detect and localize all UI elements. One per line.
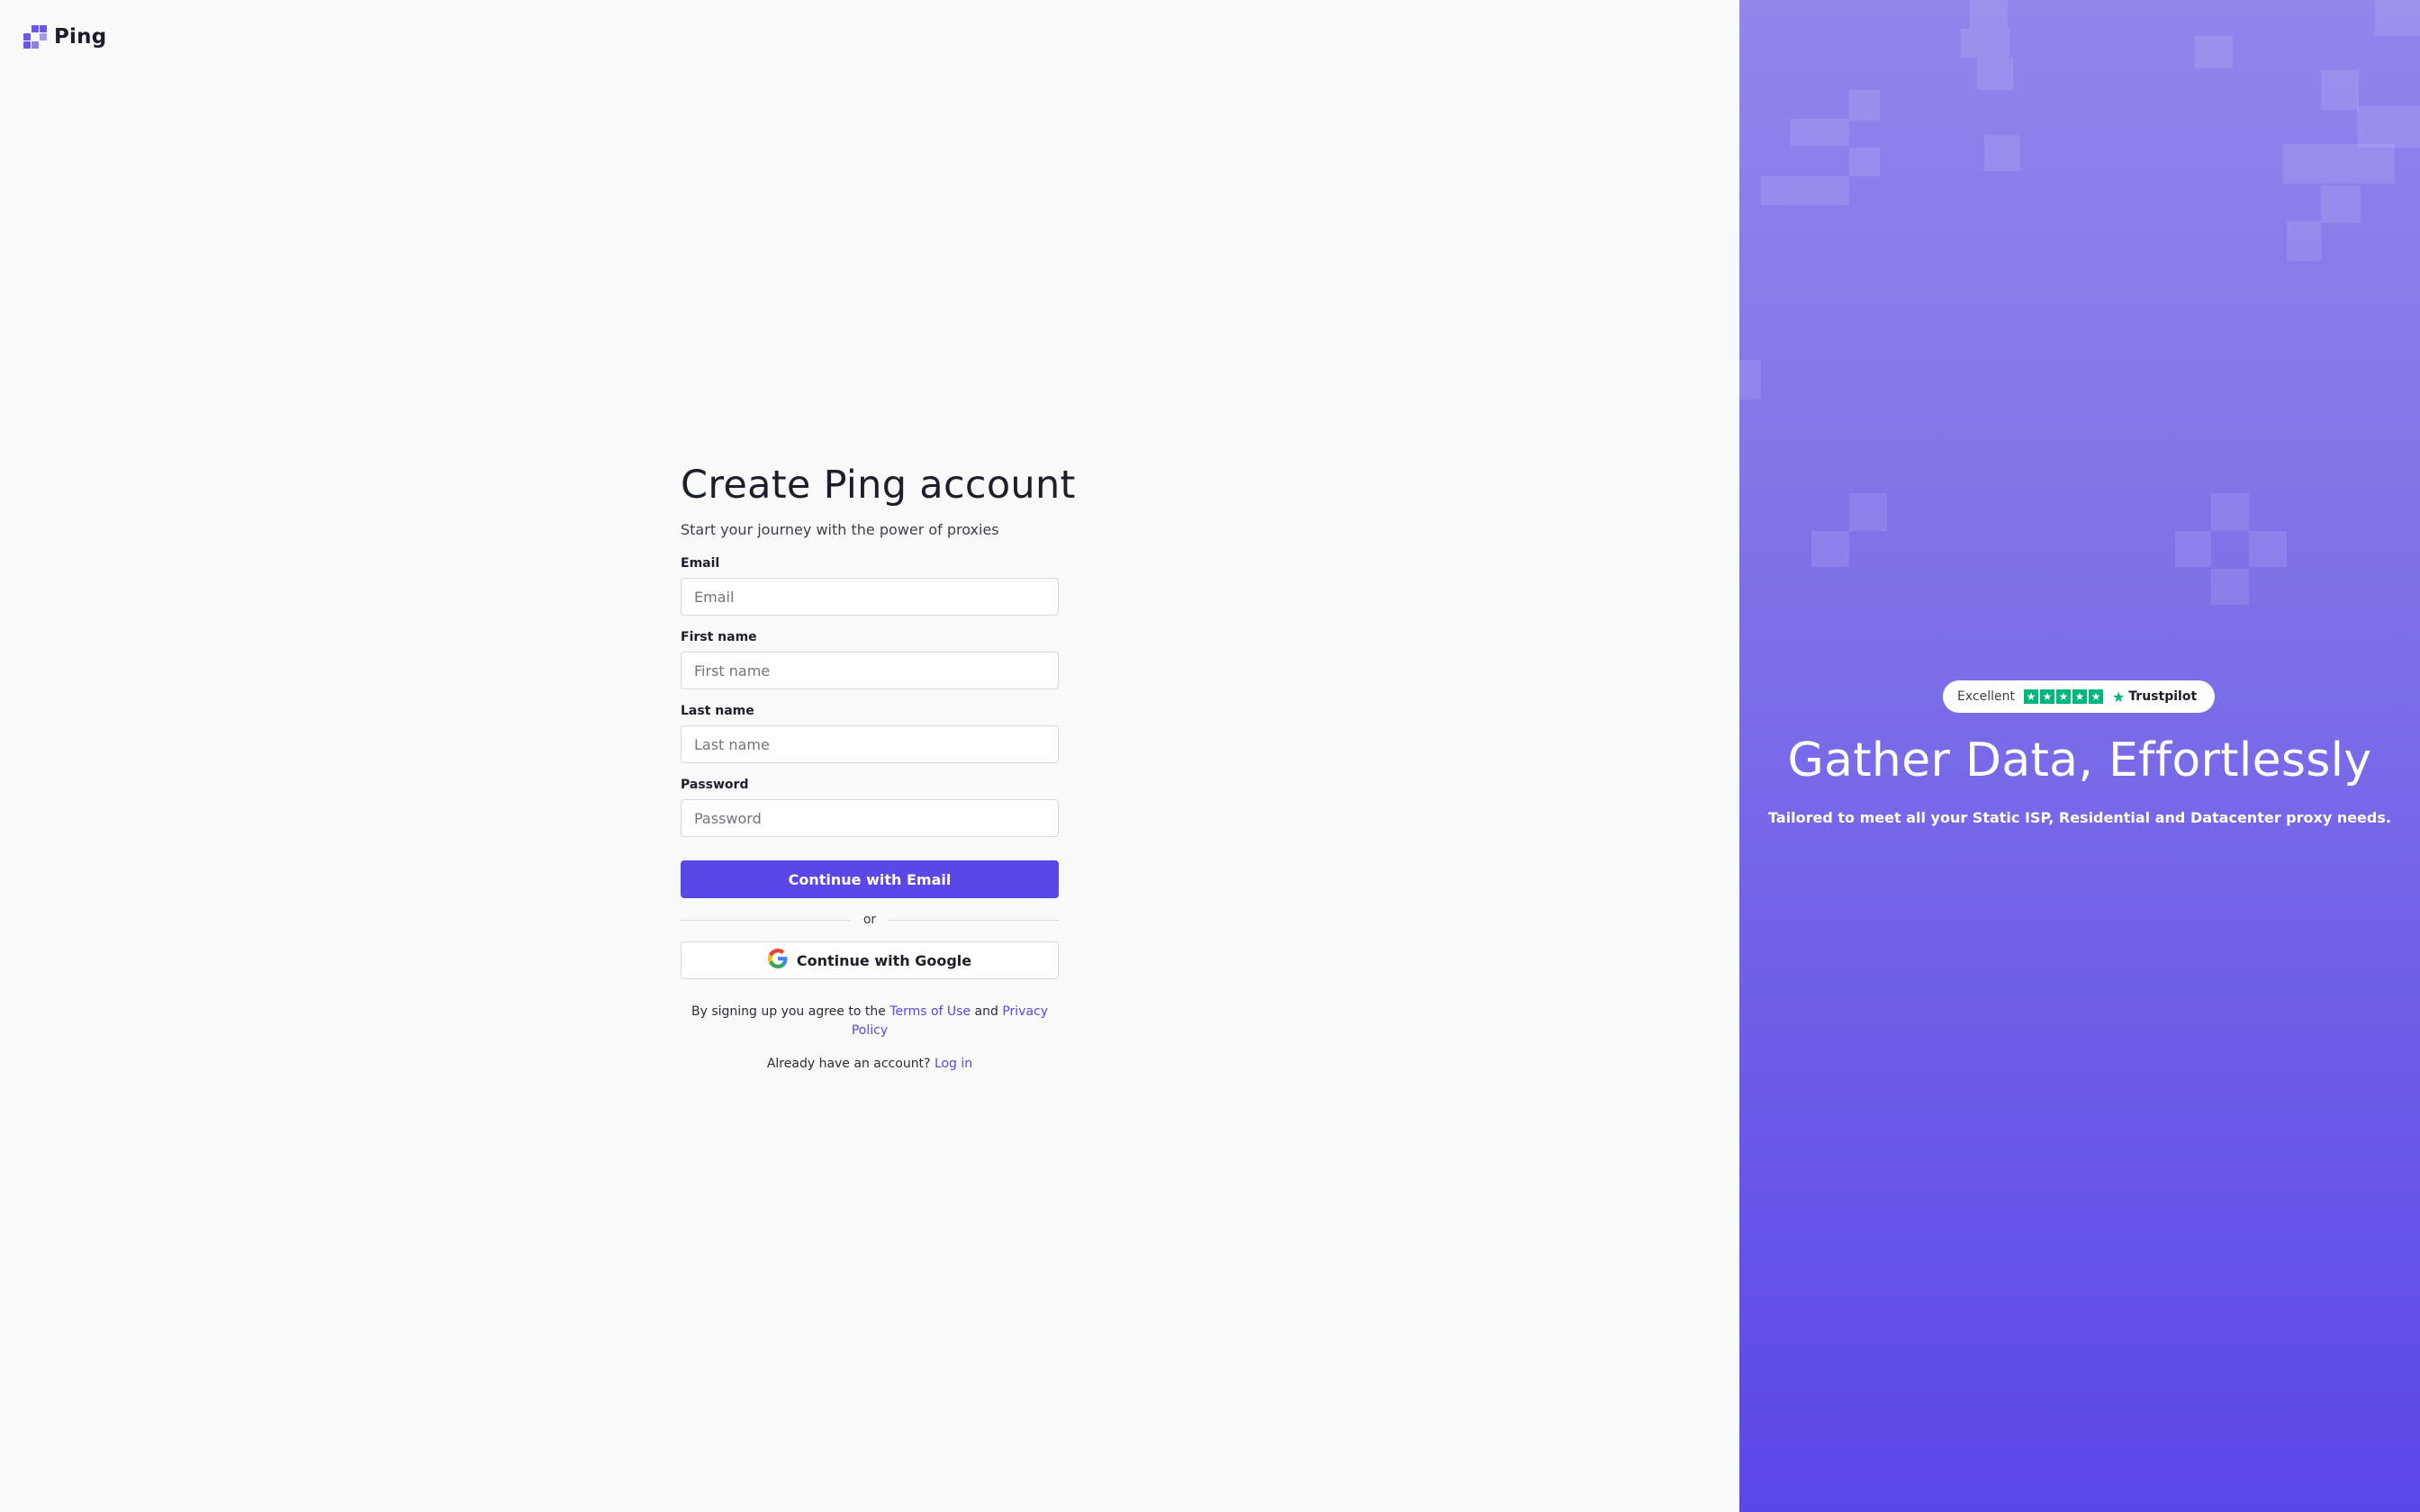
pixel-decoration — [1970, 0, 2008, 29]
first-name-label: First name — [681, 630, 757, 644]
star-icon: ★ — [2055, 689, 2071, 704]
page-subtitle: Start your journey with the power of pro… — [681, 521, 999, 538]
email-field-group: Email — [681, 554, 1059, 616]
terms-notice: By signing up you agree to the Terms of … — [681, 1003, 1059, 1040]
trustpilot-rating-badge: Excellent ★ ★ ★ ★ ★ ★ Trustpilot — [1943, 680, 2215, 713]
pixel-decoration — [1811, 531, 1849, 567]
pixel-decoration — [2249, 531, 2287, 567]
divider-line-right — [889, 919, 1060, 921]
pixel-decoration — [1739, 360, 1761, 400]
trustpilot-star-icon: ★ — [2111, 688, 2126, 706]
rating-stars: ★ ★ ★ ★ ★ — [2023, 689, 2103, 704]
google-button-label: Continue with Google — [796, 951, 972, 969]
ping-logo-icon — [23, 25, 47, 49]
first-name-input[interactable] — [681, 652, 1059, 689]
pixel-decoration — [1984, 135, 2020, 171]
promo-headline: Gather Data, Effortlessly — [1787, 734, 2372, 788]
divider-line-left — [681, 919, 851, 921]
pixel-decoration — [2211, 493, 2249, 531]
pixel-decoration — [2175, 531, 2211, 567]
email-label: Email — [681, 556, 720, 571]
signup-form: Create Ping account Start your journey w… — [681, 455, 1076, 1073]
first-name-field-group: First name — [681, 628, 1059, 689]
pixel-decoration — [2211, 569, 2249, 605]
pixel-decoration — [1790, 119, 1849, 146]
trustpilot-logo: ★ Trustpilot — [2112, 688, 2197, 706]
rating-label: Excellent — [1957, 689, 2015, 704]
password-field-group: Password — [681, 776, 1059, 837]
continue-with-email-button[interactable]: Continue with Email — [681, 860, 1059, 898]
pixel-decoration — [2321, 70, 2359, 110]
pixel-decoration — [2321, 185, 2361, 223]
pixel-decoration — [1761, 176, 1849, 205]
star-icon: ★ — [2088, 689, 2103, 704]
divider-text: or — [862, 913, 877, 927]
last-name-field-group: Last name — [681, 702, 1059, 763]
last-name-input[interactable] — [681, 725, 1059, 763]
password-input[interactable] — [681, 799, 1059, 837]
terms-prefix: By signing up you agree to the — [691, 1004, 886, 1019]
terms-and: and — [974, 1004, 998, 1019]
pixel-decoration — [1849, 90, 1880, 121]
pixel-decoration — [1849, 493, 1887, 531]
google-icon — [767, 949, 788, 972]
promo-description: Tailored to meet all your Static ISP, Re… — [1768, 809, 2391, 826]
login-prompt-text: Already have an account? — [766, 1057, 931, 1071]
star-icon: ★ — [2039, 689, 2054, 704]
star-icon: ★ — [2023, 689, 2038, 704]
last-name-label: Last name — [681, 704, 754, 718]
pixel-decoration — [1977, 58, 2013, 90]
pixel-decoration — [2287, 221, 2321, 261]
login-prompt: Already have an account? Log in — [681, 1055, 1059, 1073]
pixel-decoration — [2357, 106, 2420, 148]
brand-logo[interactable]: Ping — [23, 23, 106, 50]
or-divider: or — [681, 911, 1060, 929]
brand-name: Ping — [54, 25, 107, 49]
pixel-decoration — [2283, 144, 2395, 184]
star-icon: ★ — [2072, 689, 2087, 704]
pixel-decoration — [1961, 29, 2009, 58]
pixel-decoration — [2375, 0, 2420, 36]
pixel-decoration — [2195, 36, 2233, 68]
log-in-link[interactable]: Log in — [935, 1057, 972, 1071]
password-label: Password — [681, 778, 749, 792]
pixel-decoration — [1849, 148, 1880, 176]
signup-pane: Ping Create Ping account Start your jour… — [0, 0, 1739, 1512]
trustpilot-brand: Trustpilot — [2128, 689, 2198, 704]
continue-with-google-button[interactable]: Continue with Google — [681, 941, 1059, 979]
email-input[interactable] — [681, 578, 1059, 616]
promo-pane: Excellent ★ ★ ★ ★ ★ ★ Trustpilot Gather … — [1739, 0, 2420, 1512]
page-title: Create Ping account — [681, 463, 1076, 508]
terms-of-use-link[interactable]: Terms of Use — [889, 1004, 971, 1019]
